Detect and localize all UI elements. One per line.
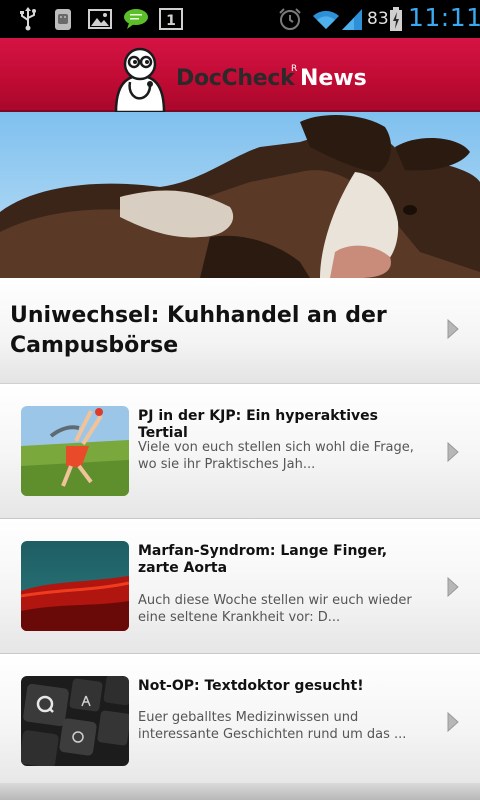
hero-image-cow[interactable] xyxy=(0,112,480,278)
chevron-right-icon xyxy=(447,319,459,339)
status-bar: 1 83 11:11 xyxy=(0,0,480,38)
chevron-right-icon xyxy=(447,712,459,732)
wifi-icon xyxy=(312,7,340,31)
doccheck-logo: DocCheck R News xyxy=(108,38,378,112)
android-debug-icon xyxy=(50,7,76,31)
featured-article[interactable]: Uniwechsel: Kuhhandel an der Campusbörse xyxy=(0,278,480,384)
alarm-icon xyxy=(278,7,302,31)
article-teaser: Viele von euch stellen sich wohl die Fra… xyxy=(138,440,414,472)
brand-doccheck: DocCheck xyxy=(176,66,295,91)
article-teaser: Auch diese Woche stellen wir euch wieder… xyxy=(138,593,412,625)
app-header: DocCheck R News xyxy=(0,38,480,112)
article-teaser: Euer geballtes Medizinwissen und interes… xyxy=(138,710,407,742)
red-wave-photo xyxy=(21,541,129,631)
battery-charging-icon xyxy=(390,7,402,31)
battery-percent: 83 xyxy=(367,9,389,29)
list-item[interactable]: PJ in der KJP: Ein hyperaktives Tertial … xyxy=(0,384,480,519)
article-title: Marfan-Syndrom: Lange Finger, zarte Aort… xyxy=(138,543,388,576)
usb-icon xyxy=(16,7,40,31)
thumbnail-red-wave xyxy=(21,541,129,631)
cow-photo xyxy=(0,112,480,278)
status-clock: 11:11 xyxy=(408,3,480,32)
list-item[interactable]: Not-OP: Textdoktor gesucht! Euer geballt… xyxy=(0,654,480,789)
article-title: Not-OP: Textdoktor gesucht! xyxy=(138,678,364,694)
child-handstand-photo xyxy=(21,406,129,496)
article-list: PJ in der KJP: Ein hyperaktives Tertial … xyxy=(0,384,480,800)
gallery-icon xyxy=(87,7,113,31)
featured-title: Uniwechsel: Kuhhandel an der Campusbörse xyxy=(10,303,387,358)
chevron-right-icon xyxy=(447,577,459,597)
list-bottom-edge xyxy=(0,783,480,800)
article-title: PJ in der KJP: Ein hyperaktives Tertial xyxy=(138,408,378,441)
brand-news: News xyxy=(300,66,367,91)
signal-icon xyxy=(340,7,364,31)
thumbnail-keyboard xyxy=(21,676,129,766)
chevron-right-icon xyxy=(447,442,459,462)
calendar-badge-icon: 1 xyxy=(159,7,183,31)
brand-registered-mark: R xyxy=(291,64,298,74)
notification-badge-text: 1 xyxy=(166,13,176,29)
thumbnail-child-handstand xyxy=(21,406,129,496)
list-item[interactable]: Marfan-Syndrom: Lange Finger, zarte Aort… xyxy=(0,519,480,654)
doccheck-mascot-icon xyxy=(114,47,166,112)
keyboard-photo xyxy=(21,676,129,766)
chat-bubble-icon xyxy=(122,7,150,31)
